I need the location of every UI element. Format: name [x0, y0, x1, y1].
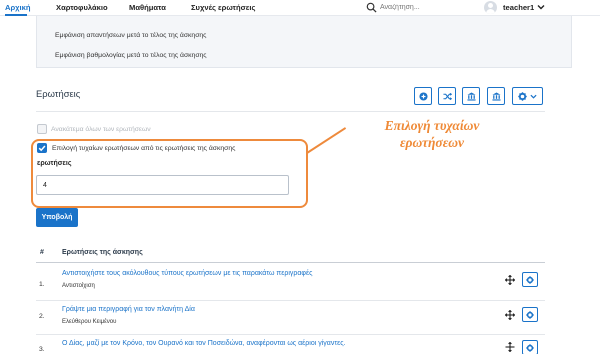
nav-courses[interactable]: Μαθήματα [129, 3, 166, 12]
show-grading-text: Εμφάνιση βαθμολογίας μετά το τέλος της ά… [55, 52, 207, 59]
table-header-number: # [40, 249, 44, 256]
gear-icon [526, 310, 534, 319]
shuffle-icon [442, 92, 452, 100]
gear-icon [526, 275, 534, 284]
nav-faq[interactable]: Συχνές ερωτήσεις [191, 3, 255, 12]
nav-active-indicator [5, 14, 27, 16]
annotation-callout-line [306, 127, 347, 154]
annotation-highlight-frame [31, 139, 308, 208]
bank-icon [491, 91, 501, 101]
question-settings-button[interactable] [522, 272, 538, 287]
annotation-callout-text: Επιλογή τυχαίων ερωτήσεων [362, 117, 502, 151]
table-row-number: 1. [39, 281, 45, 288]
bank-button[interactable] [487, 87, 505, 105]
table-row-number: 3. [39, 346, 45, 353]
section-title: Ερωτήσεις [36, 88, 81, 99]
question-bank-button[interactable] [462, 87, 480, 105]
search-icon[interactable] [366, 2, 377, 13]
random-questions-button[interactable] [438, 87, 456, 105]
add-question-button[interactable] [414, 87, 432, 105]
username[interactable]: teacher1 [503, 3, 534, 12]
question-type: Ελεύθερου Κειμένου [62, 319, 117, 325]
question-settings-button[interactable] [522, 307, 538, 322]
annotation-line-2: ερωτήσεων [399, 135, 465, 150]
gear-icon [526, 343, 534, 352]
gear-icon [518, 91, 527, 101]
move-icon[interactable] [505, 342, 515, 352]
question-link[interactable]: Γράψτε μια περιγραφή για τον πλανήτη Δία [62, 306, 195, 313]
move-icon[interactable] [505, 275, 515, 285]
move-icon[interactable] [505, 310, 515, 320]
table-header-title: Ερωτήσεις της άσκησης [62, 249, 143, 256]
submit-button[interactable]: Υποβολή [36, 208, 78, 227]
question-link[interactable]: Ο Δίας, μαζί με τον Κρόνο, τον Ουρανό κα… [62, 340, 346, 347]
nav-home[interactable]: Αρχική [5, 3, 31, 12]
plus-circle-icon [418, 91, 428, 101]
search-input[interactable] [380, 2, 452, 13]
question-bank-icon [466, 91, 476, 101]
shuffle-all-label: Ανακάτεμα όλων των ερωτήσεων [51, 126, 151, 133]
show-answers-text: Εμφάνιση απαντήσεων μετά το τέλος της άσ… [55, 32, 207, 39]
section-divider [36, 111, 545, 112]
question-type: Αντιστοίχιση [62, 283, 95, 289]
table-row-number: 2. [39, 313, 45, 320]
question-link[interactable]: Αντιστοιχήστε τους ακόλουθους τύπους ερω… [62, 270, 312, 277]
settings-dropdown-button[interactable] [512, 87, 543, 105]
nav-portfolio[interactable]: Χαρτοφυλάκιο [56, 3, 108, 12]
feedback-options-box: Εμφάνιση απαντήσεων μετά το τέλος της άσ… [36, 16, 572, 68]
table-header-divider [36, 262, 545, 263]
top-navbar: Αρχική Χαρτοφυλάκιο Μαθήματα Συχνές ερωτ… [0, 0, 600, 16]
annotation-line-1: Επιλογή τυχαίων [384, 118, 480, 133]
question-settings-button[interactable] [522, 340, 538, 354]
row-divider [36, 334, 545, 335]
chevron-down-icon[interactable] [537, 3, 545, 11]
chevron-down-icon [530, 94, 537, 99]
avatar[interactable] [484, 1, 497, 14]
row-divider [36, 300, 545, 301]
shuffle-all-checkbox[interactable] [37, 124, 47, 134]
